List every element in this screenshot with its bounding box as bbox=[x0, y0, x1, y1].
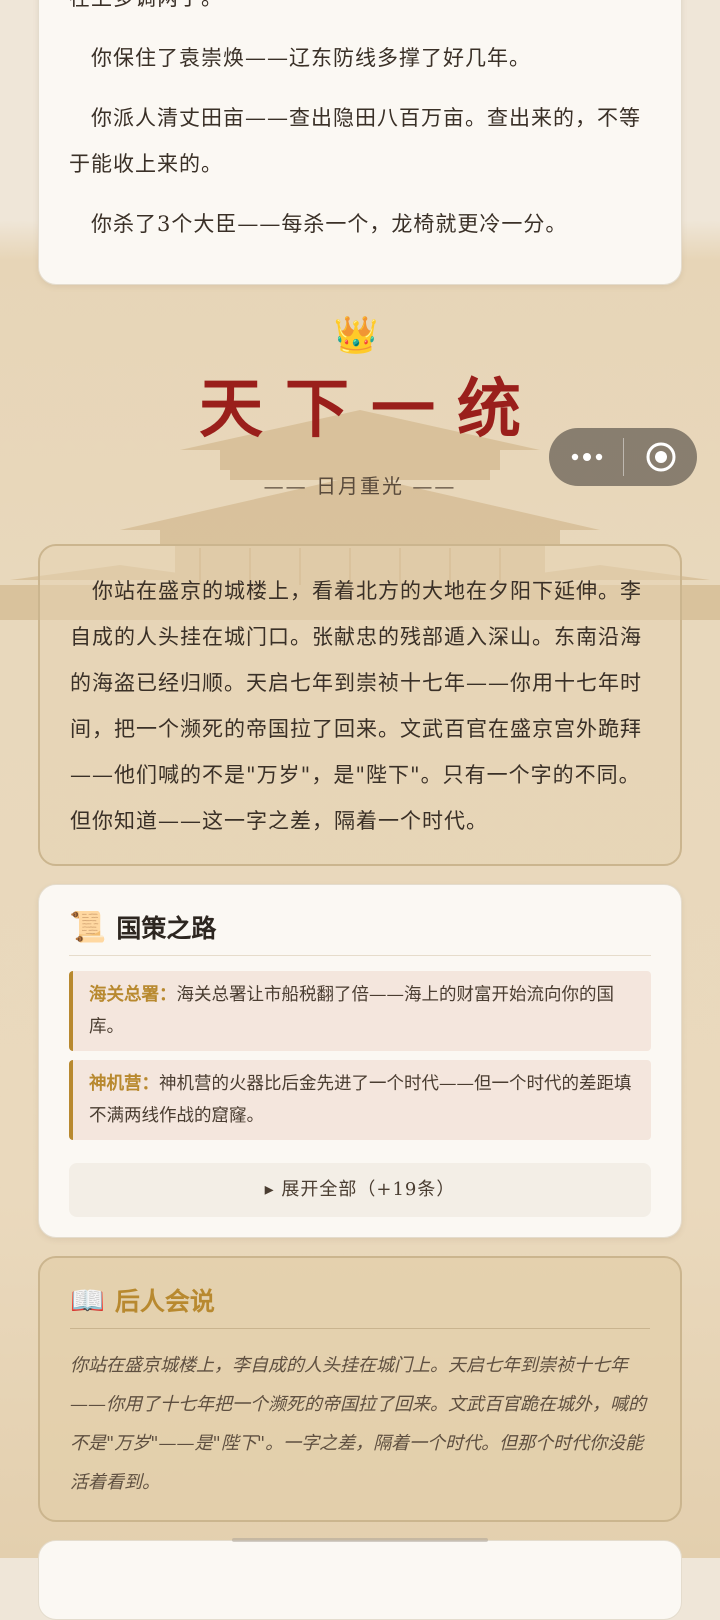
summary-line-3: 你杀了3个大臣——每杀一个，龙椅就更冷一分。 bbox=[69, 201, 651, 247]
policy-item-key: 神机营： bbox=[89, 1074, 159, 1094]
capsule-divider bbox=[623, 438, 624, 476]
policy-title: 国策之路 bbox=[116, 914, 217, 943]
policy-header: 📜 国策之路 bbox=[69, 907, 216, 947]
close-target-icon[interactable] bbox=[645, 441, 677, 473]
summary-line-2: 你派人清丈田亩——查出隐田八百万亩。查出来的，不等于能收上来的。 bbox=[69, 95, 651, 187]
crown-icon: 👑 bbox=[333, 315, 379, 356]
summary-line-2-text: 你派人清丈田亩——查出隐田八百万亩。查出来的，不等于能收上来的。 bbox=[69, 106, 641, 176]
posterity-title: 后人会说 bbox=[114, 1287, 215, 1316]
summary-line-1: 你保住了袁崇焕——辽东防线多撑了好几年。 bbox=[69, 35, 651, 81]
result-summary-card: 在上多调两于。 你保住了袁崇焕——辽东防线多撑了好几年。 你派人清丈田亩——查出… bbox=[38, 0, 682, 285]
policy-item: 神机营：神机营的火器比后金先进了一个时代——但一个时代的差距填不满两线作战的窟窿… bbox=[69, 1060, 651, 1140]
scroll-icon: 📜 bbox=[69, 909, 107, 945]
mini-program-capsule bbox=[549, 428, 697, 486]
policy-path-card: 📜 国策之路 海关总署：海关总署让市船税翻了倍——海上的财富开始流向你的国库。 … bbox=[38, 884, 682, 1238]
policy-item-key: 海关总署： bbox=[89, 985, 177, 1005]
posterity-card: 📖 后人会说 你站在盛京城楼上，李自成的人头挂在城门上。天启七年到崇祯十七年——… bbox=[38, 1256, 682, 1522]
book-icon: 📖 bbox=[70, 1283, 105, 1317]
summary-line-3-text: 你杀了3个大臣——每杀一个，龙椅就更冷一分。 bbox=[91, 212, 568, 236]
posterity-text: 你站在盛京城楼上，李自成的人头挂在城门上。天启七年到崇祯十七年——你用了十七年把… bbox=[70, 1355, 646, 1493]
posterity-header: 📖 后人会说 bbox=[70, 1280, 215, 1320]
more-dots-icon[interactable] bbox=[571, 447, 603, 467]
divider bbox=[69, 955, 651, 956]
divider bbox=[70, 1328, 650, 1329]
next-card bbox=[38, 1540, 682, 1620]
ending-story-card: 你站在盛京的城楼上，看着北方的大地在夕阳下延伸。李自成的人头挂在城门口。张献忠的… bbox=[38, 544, 682, 866]
story-text: 你站在盛京的城楼上，看着北方的大地在夕阳下延伸。李自成的人头挂在城门口。张献忠的… bbox=[70, 579, 642, 833]
summary-line-1-text: 你保住了袁崇焕——辽东防线多撑了好几年。 bbox=[91, 46, 531, 70]
policy-item: 海关总署：海关总署让市船税翻了倍——海上的财富开始流向你的国库。 bbox=[69, 971, 651, 1051]
policy-item-text: 神机营的火器比后金先进了一个时代——但一个时代的差距填不满两线作战的窟窿。 bbox=[89, 1074, 632, 1126]
story-paragraph: 你站在盛京的城楼上，看着北方的大地在夕阳下延伸。李自成的人头挂在城门口。张献忠的… bbox=[70, 568, 650, 844]
cut-off-line: 在上多调两于。 bbox=[69, 0, 651, 21]
home-indicator[interactable] bbox=[232, 1538, 488, 1542]
expand-all-button[interactable]: ▸ 展开全部（+19条） bbox=[69, 1163, 651, 1217]
